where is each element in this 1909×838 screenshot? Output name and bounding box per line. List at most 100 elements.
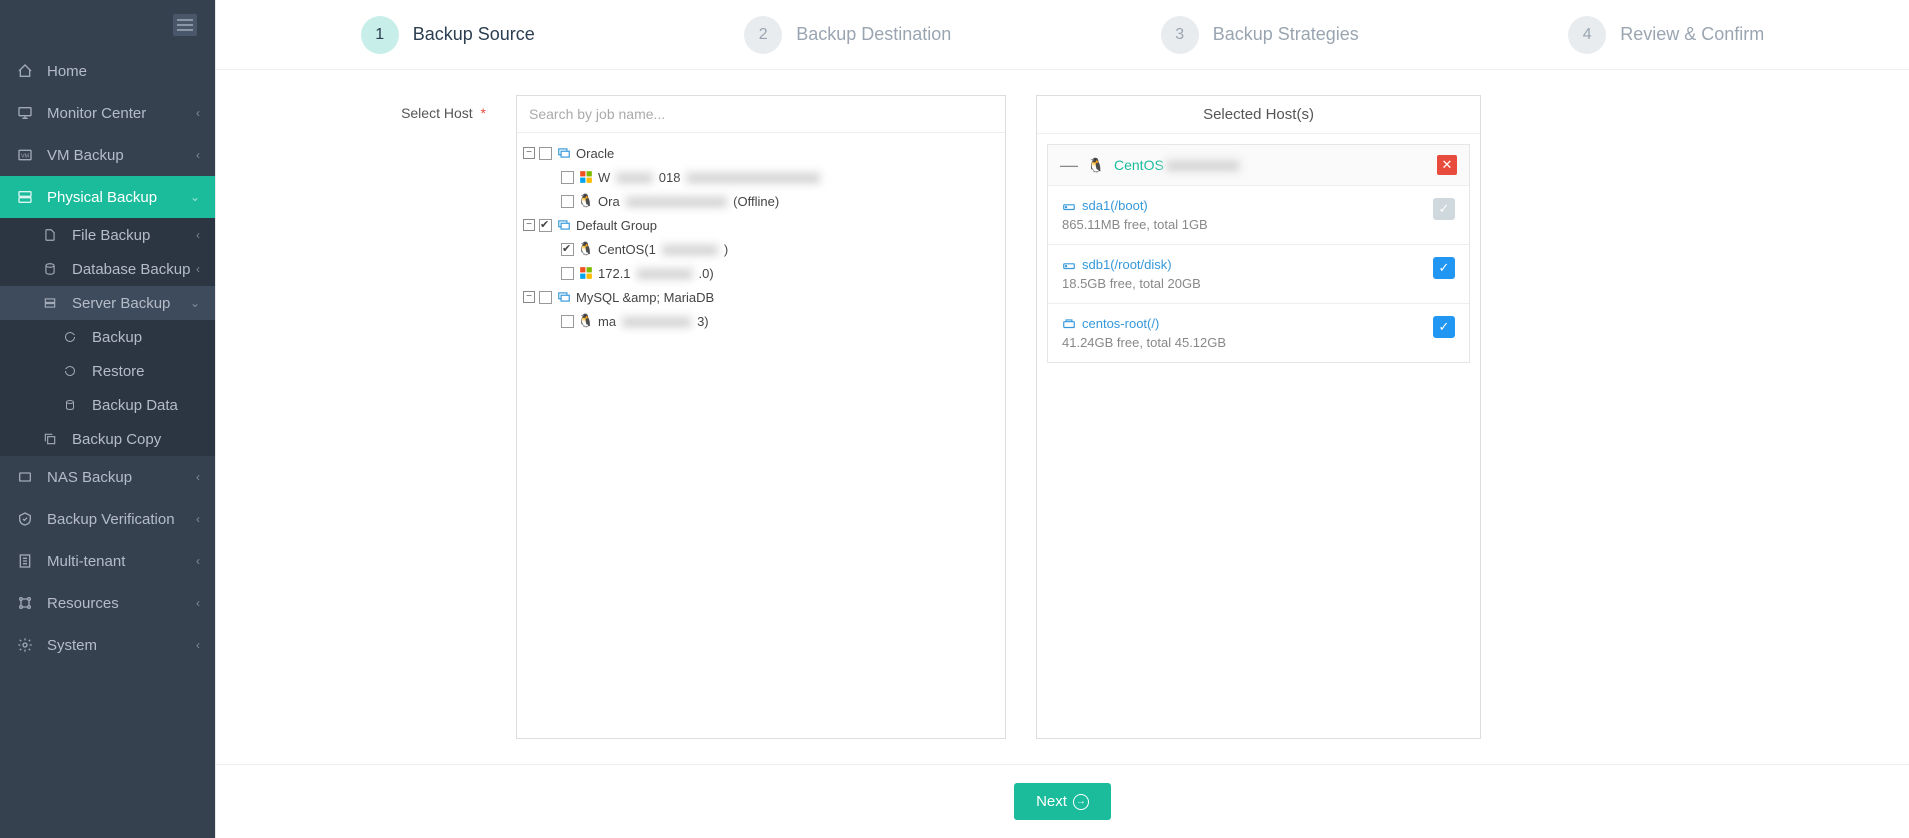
sidebar-item-multi-tenant[interactable]: Multi-tenant ‹: [0, 540, 215, 582]
chevron-down-icon: ⌄: [190, 296, 200, 310]
next-button-label: Next: [1036, 793, 1067, 810]
volume-row[interactable]: centos-root(/) 41.24GB free, total 45.12…: [1048, 303, 1469, 362]
volume-name-text: sda1(/boot): [1082, 198, 1148, 213]
sidebar-label: Backup Data: [92, 397, 200, 414]
menu-toggle-icon[interactable]: [173, 14, 197, 36]
sidebar-item-file-backup[interactable]: File Backup ‹: [0, 218, 215, 252]
tree-host-centos[interactable]: 🐧 CentOS(1xxxxxxxx): [523, 237, 999, 261]
checkbox[interactable]: [539, 219, 552, 232]
blurred-text: xxxxxxxx: [635, 266, 695, 281]
sidebar-item-nas-backup[interactable]: NAS Backup ‹: [0, 456, 215, 498]
step-number: 3: [1161, 16, 1199, 54]
step-backup-destination[interactable]: 2 Backup Destination: [744, 16, 951, 54]
tree-group-default[interactable]: − Default Group: [523, 213, 999, 237]
step-label: Backup Destination: [796, 24, 951, 45]
linux-icon: 🐧: [578, 313, 594, 329]
sidebar-item-physical-backup[interactable]: Physical Backup ⌄: [0, 176, 215, 218]
sidebar: Home Monitor Center ‹ VM VM Backup ‹ Phy…: [0, 0, 215, 838]
tree-label: Ora: [598, 194, 620, 209]
step-number: 1: [361, 16, 399, 54]
tree-host-mariadb[interactable]: 🐧 maxxxxxxxxxx3): [523, 309, 999, 333]
selected-host-header: — 🐧 CentOSxxxxxxxxxx ✕: [1048, 145, 1469, 185]
sidebar-item-system[interactable]: System ‹: [0, 624, 215, 666]
tree-label: .0): [699, 266, 714, 281]
chevron-left-icon: ‹: [196, 596, 200, 610]
volume-row[interactable]: sdb1(/root/disk) 18.5GB free, total 20GB…: [1048, 244, 1469, 303]
checkbox[interactable]: [561, 195, 574, 208]
sidebar-item-restore[interactable]: Restore: [0, 354, 215, 388]
checkbox[interactable]: [561, 243, 574, 256]
copy-icon: [40, 432, 60, 446]
tree-label: Default Group: [576, 218, 657, 233]
restore-icon: [60, 365, 80, 377]
database-icon: [40, 262, 60, 276]
sidebar-item-database-backup[interactable]: Database Backup ‹: [0, 252, 215, 286]
collapse-icon[interactable]: −: [523, 147, 535, 159]
sidebar-toggle-area: [0, 0, 215, 50]
volume-meta: 865.11MB free, total 1GB: [1062, 217, 1433, 232]
verify-icon: [15, 511, 35, 527]
sidebar-item-vm-backup[interactable]: VM VM Backup ‹: [0, 134, 215, 176]
volume-row[interactable]: sda1(/boot) 865.11MB free, total 1GB ✓: [1048, 185, 1469, 244]
checkbox[interactable]: [561, 315, 574, 328]
tree-group-oracle[interactable]: − Oracle: [523, 141, 999, 165]
sidebar-item-backup[interactable]: Backup: [0, 320, 215, 354]
step-review-confirm[interactable]: 4 Review & Confirm: [1568, 16, 1764, 54]
volume-checkbox[interactable]: ✓: [1433, 257, 1455, 279]
tree-label: 172.1: [598, 266, 631, 281]
windows-icon: [578, 265, 594, 281]
collapse-icon[interactable]: —: [1060, 156, 1078, 174]
host-tree-panel: − Oracle Wxxxxx018xxxxxxxxxxxxxxxxxxxx: [516, 95, 1006, 739]
step-backup-strategies[interactable]: 3 Backup Strategies: [1161, 16, 1359, 54]
gear-icon: [15, 637, 35, 653]
form-content: Select Host * − Oracle: [216, 70, 1909, 764]
selected-hosts-title: Selected Host(s): [1037, 96, 1480, 134]
tree-label: W: [598, 170, 610, 185]
tenant-icon: [15, 553, 35, 569]
collapse-icon[interactable]: −: [523, 291, 535, 303]
select-host-label: Select Host *: [256, 95, 486, 739]
next-button[interactable]: Next →: [1014, 783, 1111, 820]
remove-host-button[interactable]: ✕: [1437, 155, 1457, 175]
sidebar-item-server-backup[interactable]: Server Backup ⌄: [0, 286, 215, 320]
sidebar-label: Server Backup: [72, 295, 190, 312]
tree-label: 3): [697, 314, 709, 329]
tree-group-mysql[interactable]: − MySQL &amp; MariaDB: [523, 285, 999, 309]
step-label: Backup Strategies: [1213, 24, 1359, 45]
nas-icon: [15, 469, 35, 485]
sidebar-item-home[interactable]: Home: [0, 50, 215, 92]
tree-host-ip[interactable]: 172.1 xxxxxxxx .0): [523, 261, 999, 285]
checkbox[interactable]: [539, 291, 552, 304]
tree-host-oracle-linux[interactable]: 🐧 Oraxxxxxxxxxxxxxxx(Offline): [523, 189, 999, 213]
collapse-icon[interactable]: −: [523, 219, 535, 231]
blurred-text: xxxxx: [614, 170, 655, 185]
sidebar-label: Resources: [47, 595, 196, 612]
server-backup-submenu: Backup Restore Backup Data: [0, 320, 215, 422]
sidebar-item-monitor-center[interactable]: Monitor Center ‹: [0, 92, 215, 134]
volume-checkbox[interactable]: ✓: [1433, 316, 1455, 338]
step-backup-source[interactable]: 1 Backup Source: [361, 16, 535, 54]
chevron-left-icon: ‹: [196, 512, 200, 526]
sidebar-item-resources[interactable]: Resources ‹: [0, 582, 215, 624]
chevron-left-icon: ‹: [196, 470, 200, 484]
sidebar-label: Backup Verification: [47, 511, 196, 528]
tree-label: (Offline): [733, 194, 779, 209]
tree-host-windows[interactable]: Wxxxxx018xxxxxxxxxxxxxxxxxxxx: [523, 165, 999, 189]
sidebar-item-backup-verification[interactable]: Backup Verification ‹: [0, 498, 215, 540]
disk-icon: [1062, 199, 1076, 213]
chevron-down-icon: ⌄: [190, 190, 200, 204]
search-input[interactable]: [517, 96, 1005, 133]
sidebar-item-backup-data[interactable]: Backup Data: [0, 388, 215, 422]
checkbox[interactable]: [561, 171, 574, 184]
blurred-text: xxxxxxxxxxxxxxx: [624, 194, 730, 209]
selected-host-card: — 🐧 CentOSxxxxxxxxxx ✕ sda1(/boot) 865.1…: [1047, 144, 1470, 363]
data-icon: [60, 399, 80, 411]
linux-icon: 🐧: [578, 241, 594, 257]
volume-name-text: centos-root(/): [1082, 316, 1159, 331]
volume-info: sda1(/boot) 865.11MB free, total 1GB: [1062, 198, 1433, 232]
checkbox[interactable]: [539, 147, 552, 160]
checkbox[interactable]: [561, 267, 574, 280]
volume-name: sdb1(/root/disk): [1062, 257, 1433, 272]
sidebar-item-backup-copy[interactable]: Backup Copy: [0, 422, 215, 456]
group-icon: [556, 217, 572, 233]
